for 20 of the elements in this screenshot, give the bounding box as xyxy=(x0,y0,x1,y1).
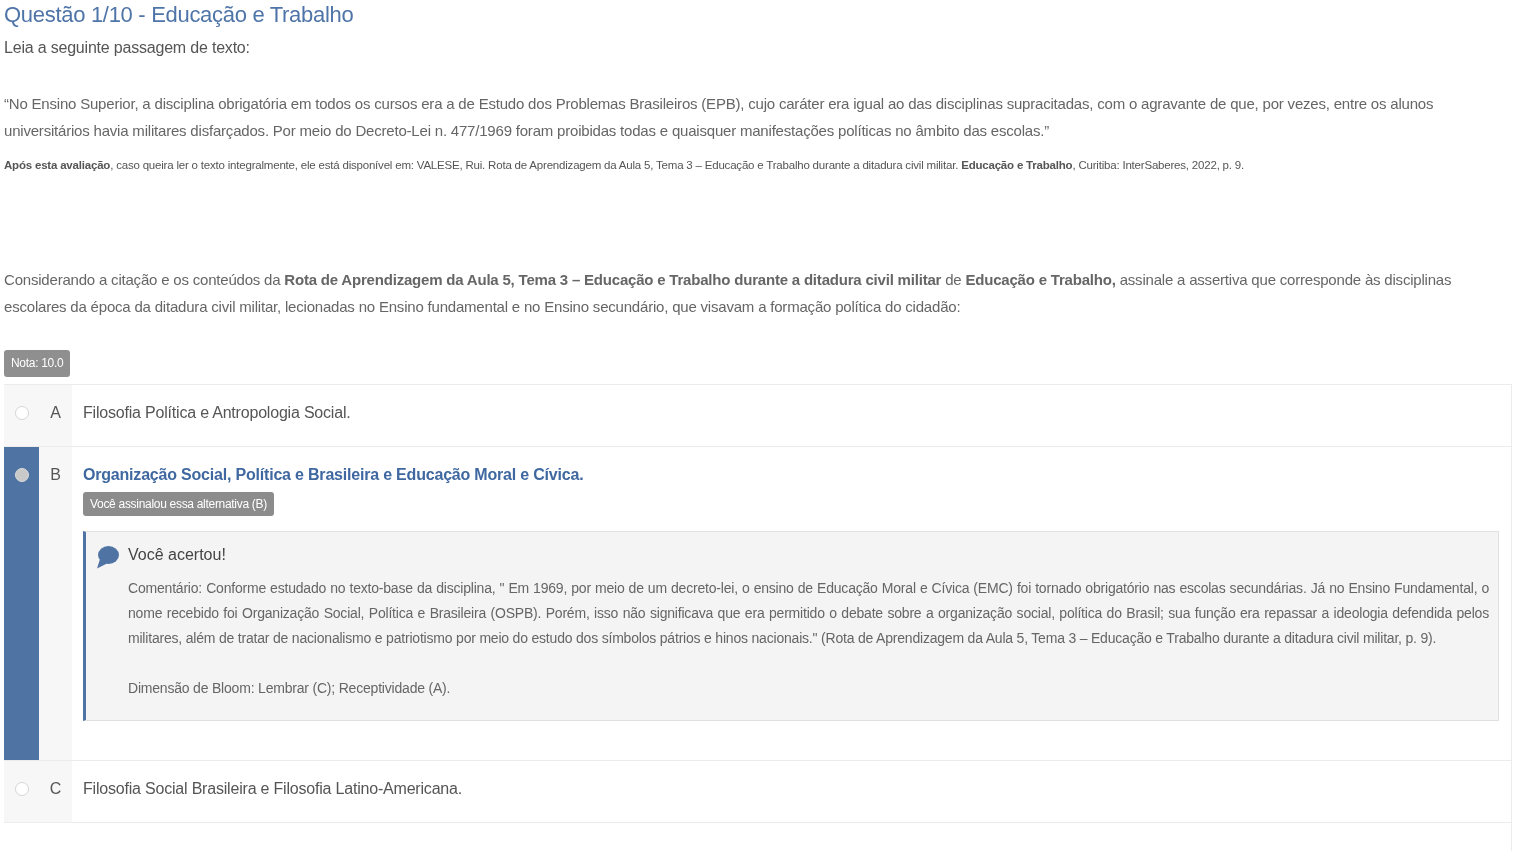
option-letter: A xyxy=(50,403,61,423)
source-note: Após esta avaliação, caso queira ler o texto integralmente, ele está disponível em: VALESE, Rui. Rota de Aprendizagem da Aula 5, Tema 3 – Educação e Trabalho durante a ditadura civil militar. Educação e Trabalho, Curitiba: InterSaberes, 2022, p. 9. xyxy=(4,158,1245,173)
question-title: Questão 1/10 - Educação e Trabalho xyxy=(4,1,355,29)
radio-button[interactable] xyxy=(14,782,29,796)
question-text: Considerando a citação e os conteúdos da Rota de Aprendizagem da Aula 5, Tema 3 – Educação e Trabalho durante a ditadura civil militar de Educação e Trabalho, assinale a assertiva que corresponde às disciplinas escolares da época da ditadura civil militar, lecionadas no Ensino fundamental e no Ensino secundário, que visavam a formação política do cidadão: xyxy=(4,270,1453,317)
option-letter: B xyxy=(50,465,61,485)
option-letter: C xyxy=(49,779,62,799)
option-text[interactable]: Organização Social, Política e Brasileira e Educação Moral e Cívica. xyxy=(83,464,584,486)
option-text[interactable]: Filosofia Social Brasileira e Filosofia Latino-Americana. xyxy=(83,778,462,800)
radio-button[interactable] xyxy=(14,468,29,482)
speech-bubble-icon xyxy=(96,545,119,569)
option-text[interactable]: Filosofia Política e Antropologia Social. xyxy=(83,402,351,424)
feedback-comment: Comentário: Conforme estudado no texto-base da disciplina, " Em 1969, por meio de um decreto-lei, o ensino de Educação Moral e Cívica (EMC) foi tornado obrigatório nas escolas secundárias. Já no Ensino Fundamental, o nome recebido foi Organização Social, Política e Brasileira (OSPB). Porém, isso não significava que era permitido o debate sobre a organização social, política do Brasil; sua função era repassar a ideologia defendida pelos militares, além de tratar de nacionalismo e patriotismo por meio do estudo dos símbolos pátrios e hinos nacionais." (Rota de Aprendizagem da Aula 5, Tema 3 – Educação e Trabalho durante a ditadura civil militar, p. 9). xyxy=(128,579,1489,648)
bloom-dimension-text: Dimensão de Bloom: Lembrar (C); Receptividade (A). xyxy=(128,679,451,698)
feedback-title: Você acertou! xyxy=(128,545,226,565)
grade-badge: Nota: 10.0 xyxy=(4,350,71,377)
radio-button[interactable] xyxy=(14,406,29,420)
answer-badge: Você assinalou essa alternativa (B) xyxy=(83,492,274,516)
instruction-text: Leia a seguinte passagem de texto: xyxy=(4,38,251,58)
quoted-passage: “No Ensino Superior, a disciplina obrigatória em todos os cursos era a de Estudo dos Problemas Brasileiros (EPB), cujo caráter era igual ao das disciplinas supracitadas, com o agravante de que, por vezes, entre os alunos universitários havia militares disfarçados. Por meio do Decreto-Lei n. 477/1969 foram proibidas todas e quaisquer manifestações políticas no âmbito das escolas.” xyxy=(4,94,1435,141)
